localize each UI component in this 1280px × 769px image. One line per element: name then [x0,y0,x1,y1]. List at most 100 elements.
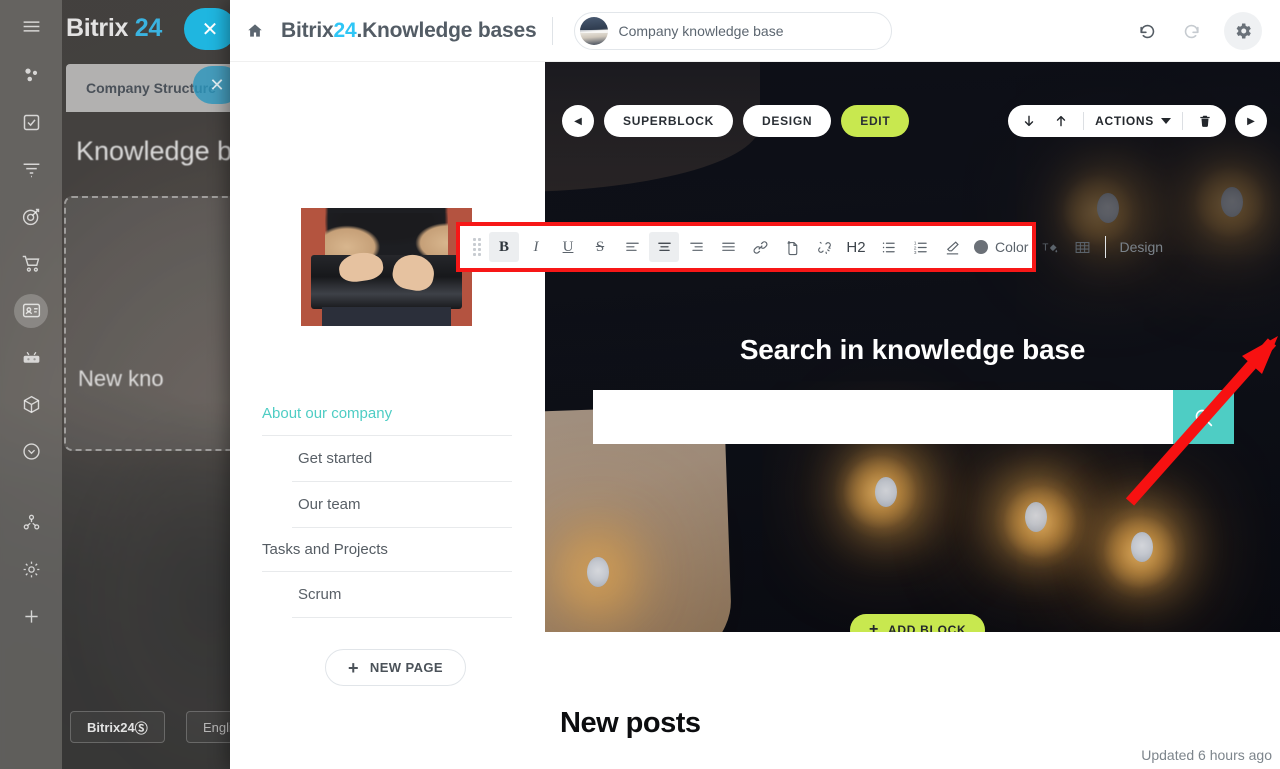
next-block-button[interactable]: ▶ [1235,105,1267,137]
anchor-button[interactable] [777,232,807,262]
gear-icon[interactable] [1224,12,1262,50]
background-footer-brand[interactable]: Bitrix24 Ⓢ [70,711,165,743]
page-navigation-panel: About our company Get started Our team T… [230,62,545,769]
knowledge-base-name: Company knowledge base [618,22,784,39]
background-close-button[interactable]: ✕ [184,8,236,50]
undo-icon[interactable] [1128,12,1166,50]
crm-icon[interactable] [0,52,62,99]
title-divider [552,16,554,45]
block-actions-group: ACTIONS [1008,105,1226,137]
nav-label: Tasks and Projects [262,541,388,558]
background-bitrix-logo: Bitrix 24 [66,14,162,42]
format-toolbar: B I U S H2 1 2 3 Color T Design [460,226,1163,268]
arrow-up-icon[interactable] [1046,106,1076,136]
align-right-button[interactable] [681,232,711,262]
add-block-button[interactable]: + ADD BLOCK [850,614,986,633]
shop-icon[interactable] [0,240,62,287]
underline-button[interactable]: U [553,232,583,262]
more-icon[interactable] [0,428,62,475]
actions-menu-button[interactable]: ACTIONS [1091,114,1175,128]
editor-body: About our company Get started Our team T… [230,62,1280,769]
nav-label: Scrum [298,586,342,603]
sites-icon[interactable] [0,499,62,546]
align-justify-button[interactable] [713,232,743,262]
automation-icon[interactable] [0,334,62,381]
block-controls-right: ACTIONS ▶ [1008,105,1267,137]
knowledge-base-selector[interactable]: Company knowledge base [574,11,893,50]
updated-timestamp: Updated 6 hours ago [1141,747,1272,763]
search-button[interactable] [1173,390,1234,444]
drag-handle-icon[interactable] [466,232,488,262]
tasks-icon[interactable] [0,99,62,146]
feed-icon[interactable] [0,146,62,193]
arrow-down-icon[interactable] [1014,106,1044,136]
unlink-button[interactable] [809,232,839,262]
add-block-label: ADD BLOCK [888,623,967,632]
page-title: Bitrix24.Knowledge bases [281,18,537,42]
bold-button[interactable]: B [489,232,519,262]
background-sidebar-rail [0,0,62,769]
heading-h2-button[interactable]: H2 [841,232,871,262]
storage-icon[interactable] [0,381,62,428]
align-center-button[interactable] [649,232,679,262]
background-card-title: New kno [78,366,164,391]
chevron-down-icon [1161,118,1171,124]
svg-text:T: T [1042,242,1048,253]
knowledge-base-search [593,390,1234,444]
italic-button[interactable]: I [521,232,551,262]
new-posts-title: New posts [560,707,701,739]
avatar [580,16,609,45]
redo-icon[interactable] [1172,12,1210,50]
text-background-icon[interactable]: T [1035,232,1065,262]
link-button[interactable] [745,232,775,262]
color-swatch [974,240,988,254]
home-icon[interactable] [246,22,264,40]
menu-icon[interactable] [0,0,62,52]
page-content-panel: ◀ SUPERBLOCK DESIGN EDIT ACTIONS ▶ Searc… [545,62,1280,769]
align-left-button[interactable] [617,232,647,262]
add-icon[interactable] [0,593,62,640]
nav-item-get-started[interactable]: Get started [292,436,512,482]
page-tree: About our company Get started Our team T… [262,392,512,618]
editor-topbar: Bitrix24.Knowledge bases Company knowled… [230,0,1280,62]
hero-heading: Search in knowledge base [739,334,1086,365]
nav-item-our-team[interactable]: Our team [292,482,512,528]
table-icon[interactable] [1067,232,1097,262]
bullet-list-button[interactable] [873,232,903,262]
new-page-label: NEW PAGE [369,660,443,675]
settings-icon[interactable] [0,546,62,593]
text-color-button[interactable]: Color [969,232,1033,262]
knowledge-base-editor-modal: Bitrix24.Knowledge bases Company knowled… [230,0,1280,769]
color-label: Color [995,239,1029,255]
previous-block-button[interactable]: ◀ [562,105,594,137]
svg-text:3: 3 [913,249,916,255]
format-toolbar-highlight-frame: B I U S H2 1 2 3 Color T Design [456,222,1163,272]
nav-item-about-our-company[interactable]: About our company [262,392,512,436]
search-input[interactable] [593,390,1173,444]
nav-item-tasks-and-projects[interactable]: Tasks and Projects [262,528,512,572]
nav-label: Our team [298,496,361,513]
nav-label: About our company [262,405,393,422]
hero-block[interactable]: ◀ SUPERBLOCK DESIGN EDIT ACTIONS ▶ Searc… [545,62,1280,632]
contacts-icon[interactable] [0,287,62,334]
actions-label: ACTIONS [1095,114,1154,128]
new-page-button[interactable]: + NEW PAGE [325,649,466,686]
search-icon [1195,409,1213,426]
nav-label: Get started [298,450,373,467]
topbar-actions [1128,0,1262,62]
block-controls-left: ◀ SUPERBLOCK DESIGN EDIT [562,105,910,137]
nav-item-scrum[interactable]: Scrum [292,572,512,618]
design-panel-button[interactable]: Design [1113,239,1169,255]
goals-icon[interactable] [0,193,62,240]
edit-button[interactable]: EDIT [841,105,910,137]
strikethrough-button[interactable]: S [585,232,615,262]
plus-icon: + [869,621,880,633]
trash-icon[interactable] [1190,106,1220,136]
clear-format-button[interactable] [937,232,967,262]
design-button[interactable]: DESIGN [743,105,832,137]
numbered-list-button[interactable]: 123 [905,232,935,262]
page-thumbnail-image [301,208,472,326]
plus-icon: + [348,657,359,678]
superblock-button[interactable]: SUPERBLOCK [604,105,734,137]
new-posts-block[interactable]: New posts Updated 6 hours ago [545,692,1280,769]
